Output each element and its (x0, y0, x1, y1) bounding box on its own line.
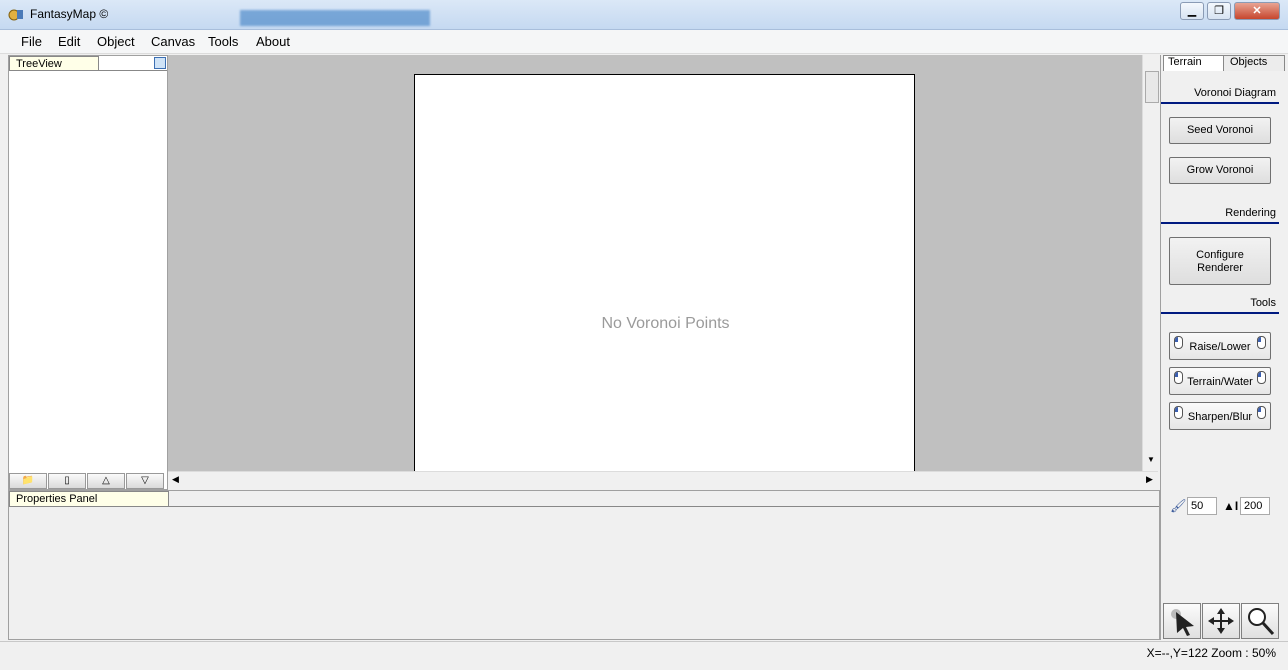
treeview-tab: TreeView (9, 56, 99, 71)
menu-canvas[interactable]: Canvas (151, 34, 195, 49)
scroll-thumb[interactable] (1145, 71, 1159, 103)
properties-panel: Properties Panel (8, 490, 1160, 640)
delete-icon[interactable]: ▯ (48, 473, 86, 489)
brush-radius-input[interactable]: 50 (1187, 497, 1217, 515)
terrain-water-button[interactable]: Terrain/Water (1169, 367, 1271, 395)
divider (1161, 222, 1279, 224)
left-mouse-icon (1174, 371, 1183, 384)
scroll-down-icon[interactable]: ▼ (1147, 455, 1155, 464)
sharpen-blur-button[interactable]: Sharpen/Blur (1169, 402, 1271, 430)
grow-voronoi-button[interactable]: Grow Voronoi (1169, 157, 1271, 184)
properties-tab: Properties Panel (9, 491, 169, 506)
seed-voronoi-button[interactable]: Seed Voronoi (1169, 117, 1271, 144)
section-tools-title: Tools (1250, 297, 1276, 309)
menu-about[interactable]: About (256, 34, 290, 49)
right-mouse-icon (1257, 406, 1266, 419)
tab-terrain[interactable]: Terrain (1163, 55, 1227, 71)
sharpen-blur-label: Sharpen/Blur (1187, 411, 1253, 423)
add-folder-icon[interactable]: 📁 (9, 473, 47, 489)
background-active-tab-ghost (240, 10, 430, 26)
raise-lower-button[interactable]: Raise/Lower (1169, 332, 1271, 360)
right-mouse-icon (1257, 371, 1266, 384)
divider (1161, 312, 1279, 314)
app-icon (8, 7, 24, 23)
zoom-tool-icon[interactable] (1241, 603, 1279, 639)
terrain-water-label: Terrain/Water (1187, 376, 1253, 388)
left-mouse-icon (1174, 336, 1183, 349)
move-down-icon[interactable]: ▽ (126, 473, 164, 489)
terrain-panel: Terrain Objects Voronoi Diagram Seed Vor… (1160, 55, 1285, 640)
scroll-right-icon[interactable]: ▶ (1146, 474, 1153, 485)
horizontal-scrollbar[interactable]: ◀ ▶ (168, 471, 1158, 488)
maximize-button[interactable]: ❐ (1207, 2, 1231, 20)
tab-objects[interactable]: Objects (1223, 55, 1285, 71)
status-coordinates: X=--,Y=122 Zoom : 50% (1146, 646, 1276, 660)
menu-object[interactable]: Object (97, 34, 135, 49)
canvas-empty-message: No Voronoi Points (601, 315, 730, 332)
brush-icon: 🖌 (1170, 498, 1187, 513)
menu-tools[interactable]: Tools (208, 34, 238, 49)
scroll-left-icon[interactable]: ◀ (172, 474, 179, 485)
brush-strength-input[interactable]: 200 (1240, 497, 1270, 515)
minimize-button[interactable]: ▁ (1180, 2, 1204, 20)
section-rendering-title: Rendering (1225, 207, 1276, 219)
select-tool-icon[interactable] (1163, 603, 1201, 639)
menu-bar: File Edit Object Canvas Tools About (0, 30, 1288, 54)
status-bar: X=--,Y=122 Zoom : 50% (0, 641, 1288, 670)
section-voronoi-title: Voronoi Diagram (1194, 87, 1276, 99)
strength-icon: ▲I (1223, 499, 1239, 513)
pan-tool-icon[interactable] (1202, 603, 1240, 639)
left-mouse-icon (1174, 406, 1183, 419)
window-title: FantasyMap © (30, 7, 109, 21)
background-tab-ghost (110, 10, 200, 24)
right-mouse-icon (1257, 336, 1266, 349)
treeview-panel[interactable]: TreeView (8, 55, 168, 490)
menu-edit[interactable]: Edit (58, 34, 80, 49)
raise-lower-label: Raise/Lower (1189, 341, 1251, 353)
vertical-scrollbar[interactable]: ▼ (1142, 55, 1159, 471)
move-up-icon[interactable]: △ (87, 473, 125, 489)
close-button[interactable]: ✕ (1234, 2, 1280, 20)
divider (1161, 102, 1279, 104)
configure-renderer-button[interactable]: Configure Renderer (1169, 237, 1271, 285)
menu-file[interactable]: File (21, 34, 42, 49)
treeview-dropdown-icon[interactable] (154, 57, 166, 69)
map-canvas[interactable]: No Voronoi Points (414, 74, 915, 471)
